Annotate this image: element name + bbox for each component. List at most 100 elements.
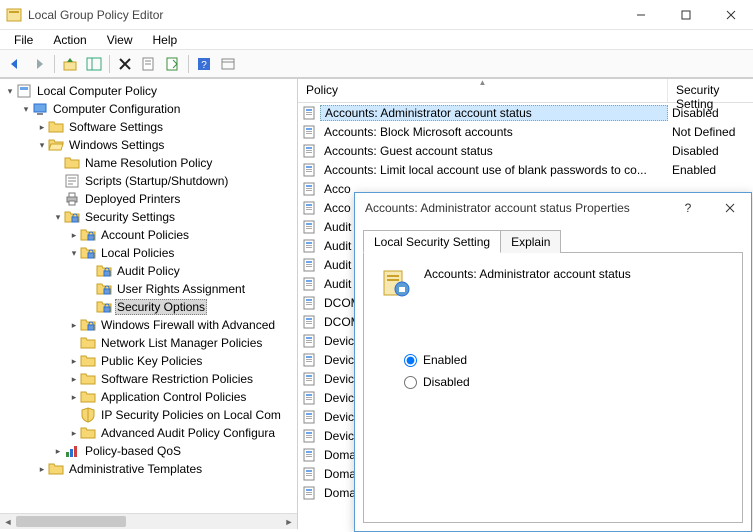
tree-software-restriction[interactable]: ▸ Software Restriction Policies (0, 370, 297, 388)
expand-caret-icon[interactable]: ▸ (68, 392, 80, 403)
menu-action[interactable]: Action (43, 31, 96, 49)
tree-software-restriction-label: Software Restriction Policies (99, 372, 255, 386)
expand-caret-icon[interactable]: ▸ (52, 446, 64, 457)
tree-public-key[interactable]: ▸Public Key Policies (0, 352, 297, 370)
tree-windows-firewall-label: Windows Firewall with Advanced (99, 318, 277, 332)
filter-button[interactable] (217, 53, 239, 75)
dialog-titlebar: Accounts: Administrator account status P… (355, 193, 751, 223)
expand-caret-icon[interactable]: ▾ (36, 140, 48, 151)
tree-account-policies[interactable]: ▸Account Policies (0, 226, 297, 244)
tree-security-options[interactable]: ▸Security Options (0, 298, 297, 316)
tree-computer-configuration[interactable]: ▾Computer Configuration (0, 100, 297, 118)
cell-setting: Not Defined (668, 125, 753, 139)
expand-caret-icon[interactable]: ▸ (68, 356, 80, 367)
properties-button[interactable] (138, 53, 160, 75)
col-header-setting[interactable]: Security Setting (668, 79, 753, 102)
folder-icon (96, 263, 112, 279)
list-row[interactable]: Accounts: Guest account statusDisabled (298, 141, 753, 160)
folder-icon (48, 137, 64, 153)
policy-item-icon (302, 314, 318, 330)
tree-pane: ▾Local Computer Policy▾Computer Configur… (0, 79, 298, 529)
minimize-button[interactable] (618, 0, 663, 30)
tree-user-rights-label: User Rights Assignment (115, 282, 247, 296)
expand-caret-icon[interactable]: ▸ (68, 374, 80, 385)
folder-icon (16, 83, 32, 99)
radio-enabled[interactable]: Enabled (404, 349, 726, 371)
tree-windows-settings[interactable]: ▾Windows Settings (0, 136, 297, 154)
radio-group: Enabled Disabled (404, 349, 726, 393)
tree-advanced-audit[interactable]: ▸Advanced Audit Policy Configura (0, 424, 297, 442)
folder-icon (80, 407, 96, 423)
expand-caret-icon[interactable]: ▸ (68, 230, 80, 241)
tree-security-settings-label: Security Settings (83, 210, 177, 224)
policy-item-icon (302, 143, 318, 159)
expand-caret-icon[interactable]: ▾ (4, 86, 16, 97)
tree-scripts[interactable]: ▸Scripts (Startup/Shutdown) (0, 172, 297, 190)
list-row[interactable]: Accounts: Administrator account statusDi… (298, 103, 753, 122)
tree-name-resolution[interactable]: ▸Name Resolution Policy (0, 154, 297, 172)
menu-view[interactable]: View (97, 31, 143, 49)
radio-disabled[interactable]: Disabled (404, 371, 726, 393)
tree-software-settings-label: Software Settings (67, 120, 165, 134)
tree-network-list-manager[interactable]: ▸Network List Manager Policies (0, 334, 297, 352)
menu-file[interactable]: File (4, 31, 43, 49)
expand-caret-icon[interactable]: ▾ (52, 212, 64, 223)
export-button[interactable] (162, 53, 184, 75)
tree-local-policies[interactable]: ▾ Local Policies (0, 244, 297, 262)
policy-item-icon (302, 105, 318, 121)
menu-help[interactable]: Help (143, 31, 188, 49)
policy-item-icon (302, 352, 318, 368)
help-button[interactable]: ? (193, 53, 215, 75)
cell-policy: Accounts: Limit local account use of bla… (320, 163, 668, 177)
tree-security-settings[interactable]: ▾ Security Settings (0, 208, 297, 226)
expand-caret-icon[interactable]: ▾ (20, 104, 32, 115)
policy-item-icon (302, 238, 318, 254)
tree-windows-firewall[interactable]: ▸ Windows Firewall with Advanced (0, 316, 297, 334)
expand-caret-icon[interactable]: ▸ (36, 122, 48, 133)
radio-enabled-input[interactable] (404, 354, 417, 367)
tree-policy-qos[interactable]: ▸Policy-based QoS (0, 442, 297, 460)
dialog-help-button[interactable]: ? (667, 193, 709, 223)
tree-local-policies-label: Local Policies (99, 246, 176, 260)
folder-icon (64, 443, 80, 459)
expand-caret-icon[interactable]: ▸ (68, 320, 80, 331)
forward-button[interactable] (28, 53, 50, 75)
dialog-close-button[interactable] (709, 193, 751, 223)
col-header-policy-label: Policy (306, 83, 338, 97)
tree-application-control-label: Application Control Policies (99, 390, 248, 404)
tree-ip-security-label: IP Security Policies on Local Com (99, 408, 283, 422)
tree-root[interactable]: ▾Local Computer Policy (0, 82, 297, 100)
folder-icon (64, 209, 80, 225)
policy-icon (380, 267, 412, 299)
delete-button[interactable] (114, 53, 136, 75)
radio-disabled-input[interactable] (404, 376, 417, 389)
list-row[interactable]: Accounts: Block Microsoft accountsNot De… (298, 122, 753, 141)
tree-audit-policy-label: Audit Policy (115, 264, 182, 278)
dialog-heading: Accounts: Administrator account status (424, 267, 631, 281)
col-header-policy[interactable]: ▲ Policy (298, 79, 668, 102)
maximize-button[interactable] (663, 0, 708, 30)
expand-caret-icon[interactable]: ▸ (68, 428, 80, 439)
cell-setting: Disabled (668, 106, 753, 120)
show-hide-tree-button[interactable] (83, 53, 105, 75)
tree-user-rights[interactable]: ▸User Rights Assignment (0, 280, 297, 298)
tree-admin-templates[interactable]: ▸Administrative Templates (0, 460, 297, 478)
expand-caret-icon[interactable]: ▾ (68, 248, 80, 259)
tab-local-security-setting[interactable]: Local Security Setting (363, 230, 501, 253)
tree-deployed-printers[interactable]: ▸Deployed Printers (0, 190, 297, 208)
svg-text:?: ? (201, 60, 207, 71)
up-button[interactable] (59, 53, 81, 75)
close-button[interactable] (708, 0, 753, 30)
tab-explain[interactable]: Explain (500, 230, 561, 253)
tree-ip-security[interactable]: ▸IP Security Policies on Local Com (0, 406, 297, 424)
tree-name-resolution-label: Name Resolution Policy (83, 156, 214, 170)
tree-application-control[interactable]: ▸ Application Control Policies (0, 388, 297, 406)
tree-audit-policy[interactable]: ▸Audit Policy (0, 262, 297, 280)
expand-caret-icon[interactable]: ▸ (36, 464, 48, 475)
folder-icon (80, 371, 96, 387)
tree-software-settings[interactable]: ▸ Software Settings (0, 118, 297, 136)
tree-hscrollbar[interactable]: ◄ ► (0, 513, 297, 529)
policy-item-icon (302, 295, 318, 311)
list-row[interactable]: Accounts: Limit local account use of bla… (298, 160, 753, 179)
back-button[interactable] (4, 53, 26, 75)
